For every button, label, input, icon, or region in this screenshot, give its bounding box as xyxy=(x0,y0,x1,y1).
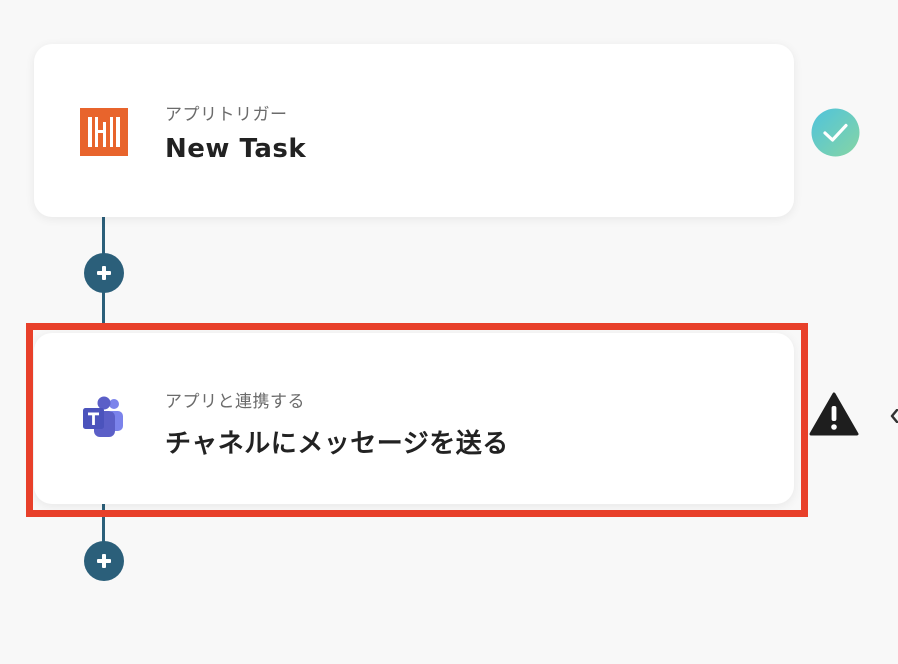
trigger-step-card[interactable]: アプリトリガー New Task xyxy=(34,44,794,217)
hive-logo-icon xyxy=(80,108,128,156)
add-step-button[interactable] xyxy=(84,253,124,293)
add-step-button[interactable] xyxy=(84,541,124,581)
step-title: チャネルにメッセージを送る xyxy=(165,429,509,459)
check-circle-icon xyxy=(811,108,860,157)
warning-triangle-icon xyxy=(809,392,859,436)
step-title: New Task xyxy=(165,134,307,164)
step-type-label: アプリと連携する xyxy=(165,392,305,412)
action-step-card[interactable]: アプリと連携する チャネルにメッセージを送る xyxy=(34,333,794,504)
microsoft-teams-logo-icon xyxy=(83,396,123,437)
step-type-label: アプリトリガー xyxy=(165,105,288,125)
arrow-left-icon xyxy=(890,409,898,423)
